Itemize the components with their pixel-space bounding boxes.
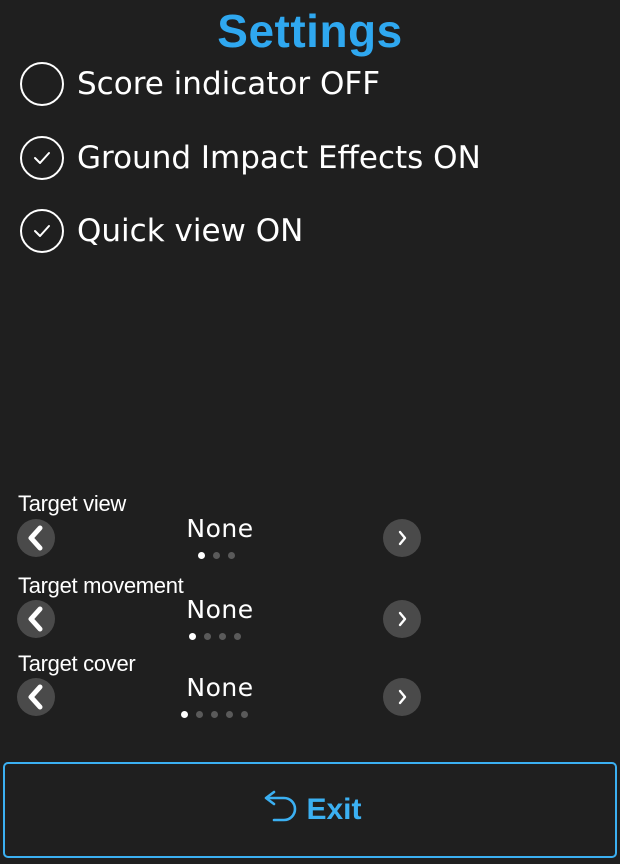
target-movement-page-indicator — [189, 633, 241, 640]
target-view-label: Target view — [18, 491, 126, 516]
ground-impact-effects-toggle[interactable]: Ground Impact Effects ON — [20, 133, 481, 183]
page-dot — [219, 633, 226, 640]
page-dot — [211, 711, 218, 718]
toggle-label: Quick view ON — [77, 213, 304, 249]
target-cover-page-indicator — [181, 711, 248, 718]
page-dot — [226, 711, 233, 718]
target-movement-value: None — [186, 595, 254, 624]
toggle-label: Score indicator OFF — [77, 66, 381, 102]
page-dot — [204, 633, 211, 640]
chevron-right-icon — [398, 611, 407, 627]
page-dot — [213, 552, 220, 559]
check-circle-icon — [20, 136, 64, 180]
quick-view-toggle[interactable]: Quick view ON — [20, 206, 303, 256]
target-view-value: None — [186, 514, 254, 543]
chevron-left-icon — [28, 606, 43, 632]
exit-label: Exit — [306, 793, 362, 826]
target-movement-next-button[interactable] — [383, 600, 421, 638]
target-cover-value: None — [186, 673, 254, 702]
check-circle-icon — [20, 209, 64, 253]
target-cover-label: Target cover — [18, 651, 136, 676]
page-dot — [198, 552, 205, 559]
target-view-next-button[interactable] — [383, 519, 421, 557]
toggle-label: Ground Impact Effects ON — [77, 140, 481, 176]
target-movement-prev-button[interactable] — [17, 600, 55, 638]
chevron-right-icon — [398, 530, 407, 546]
target-cover-prev-button[interactable] — [17, 678, 55, 716]
page-dot — [196, 711, 203, 718]
page-dot — [241, 711, 248, 718]
page-dot — [234, 633, 241, 640]
empty-circle-icon — [20, 62, 64, 106]
page-dot — [228, 552, 235, 559]
chevron-right-icon — [398, 689, 407, 705]
page-dot — [181, 711, 188, 718]
target-view-page-indicator — [198, 552, 235, 559]
page-dot — [189, 633, 196, 640]
chevron-left-icon — [28, 684, 43, 710]
target-cover-next-button[interactable] — [383, 678, 421, 716]
chevron-left-icon — [28, 525, 43, 551]
undo-arrow-icon — [265, 790, 297, 822]
exit-button[interactable]: Exit — [3, 762, 617, 858]
page-title: Settings — [217, 5, 403, 57]
score-indicator-toggle[interactable]: Score indicator OFF — [20, 59, 380, 109]
target-view-prev-button[interactable] — [17, 519, 55, 557]
